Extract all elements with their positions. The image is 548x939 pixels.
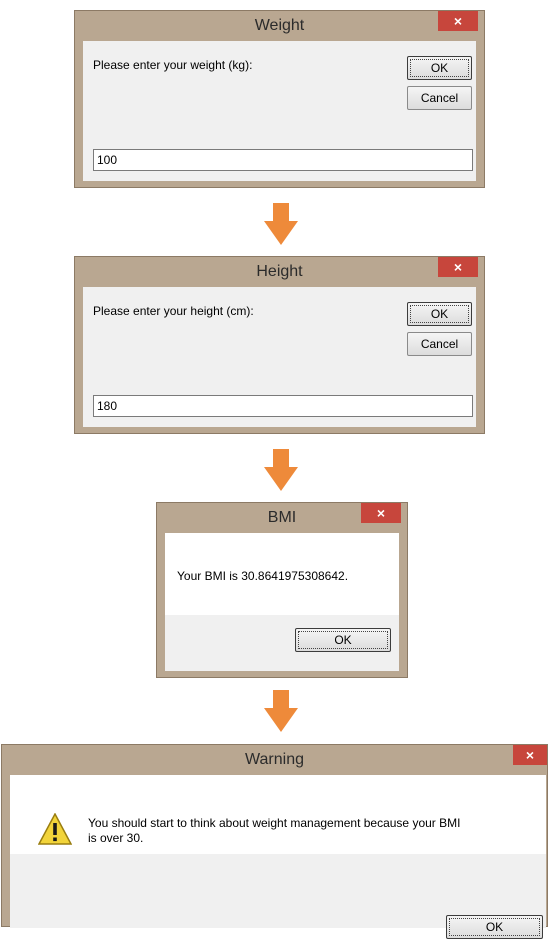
warning-button-area: OK	[10, 854, 546, 939]
bmi-ok-button[interactable]: OK	[295, 628, 391, 652]
bmi-message: Your BMI is 30.8641975308642.	[177, 569, 349, 583]
weight-cancel-button[interactable]: Cancel	[407, 86, 472, 110]
height-cancel-button[interactable]: Cancel	[407, 332, 472, 356]
bmi-dialog-close-button[interactable]: ×	[361, 503, 401, 523]
warning-dialog-title: Warning	[245, 751, 304, 768]
bmi-button-area: OK	[165, 615, 399, 671]
warning-dialog-close-button[interactable]: ×	[513, 745, 547, 765]
weight-dialog-close-button[interactable]: ×	[438, 11, 478, 31]
arrow-down-icon	[264, 203, 298, 245]
height-dialog-title: Height	[256, 263, 303, 280]
height-prompt-label: Please enter your height (cm):	[93, 304, 254, 318]
close-icon: ×	[525, 747, 535, 763]
height-dialog: Height × Please enter your height (cm): …	[74, 256, 485, 434]
weight-dialog-client: Please enter your weight (kg): OK Cancel	[83, 41, 476, 181]
warning-message-line1: You should start to think about weight m…	[88, 816, 461, 830]
warning-message-line2: is over 30.	[88, 831, 144, 845]
warning-ok-button[interactable]: OK	[446, 915, 543, 939]
arrow-down-icon	[264, 449, 298, 491]
weight-input[interactable]	[93, 149, 473, 171]
warning-dialog: Warning × You should start to think abou…	[1, 744, 548, 939]
weight-ok-button[interactable]: OK	[407, 56, 472, 80]
height-dialog-client: Please enter your height (cm): OK Cancel	[83, 287, 476, 427]
weight-dialog-title: Weight	[254, 17, 305, 34]
warning-icon	[38, 813, 72, 845]
height-input[interactable]	[93, 395, 473, 417]
close-icon: ×	[376, 505, 386, 521]
arrow-down-icon	[264, 690, 298, 732]
bmi-message-area: Your BMI is 30.8641975308642.	[165, 533, 399, 615]
bmi-dialog: BMI × Your BMI is 30.8641975308642. OK	[156, 502, 408, 678]
height-ok-button[interactable]: OK	[407, 302, 472, 326]
warning-message-area: You should start to think about weight m…	[10, 775, 546, 854]
close-icon: ×	[453, 259, 463, 275]
weight-dialog: Weight × Please enter your weight (kg): …	[74, 10, 485, 188]
close-icon: ×	[453, 13, 463, 29]
height-dialog-close-button[interactable]: ×	[438, 257, 478, 277]
weight-prompt-label: Please enter your weight (kg):	[93, 58, 253, 72]
